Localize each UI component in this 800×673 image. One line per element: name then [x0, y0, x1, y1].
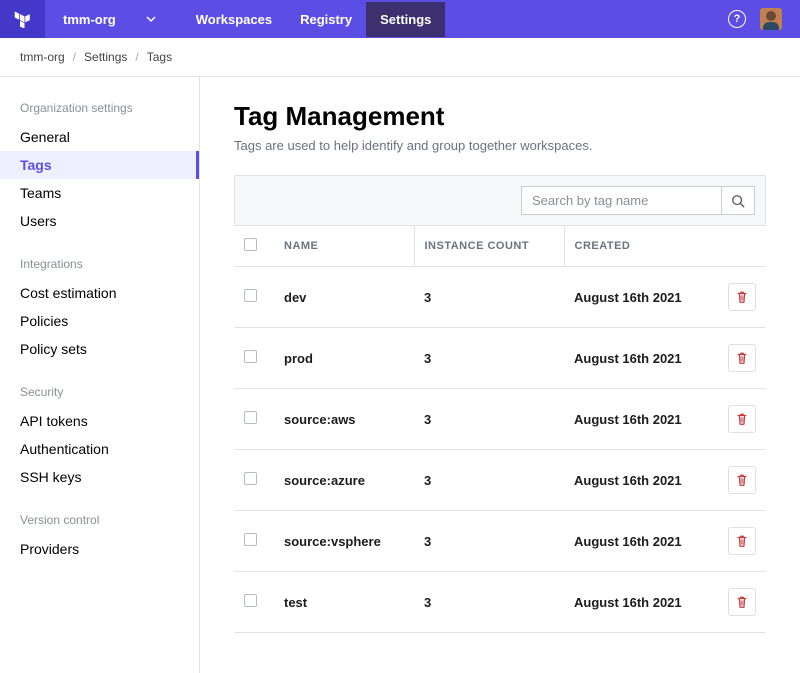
breadcrumb-item[interactable]: Tags — [147, 50, 172, 64]
cell-count: 3 — [414, 267, 564, 328]
search-icon — [731, 194, 745, 208]
sidebar-section-heading: Version control — [0, 513, 199, 527]
cell-count: 3 — [414, 328, 564, 389]
table-row: source:azure3August 16th 2021 — [234, 450, 766, 511]
trash-icon — [735, 290, 749, 304]
select-all-checkbox[interactable] — [244, 238, 257, 251]
row-checkbox[interactable] — [244, 350, 257, 363]
nav-link-registry[interactable]: Registry — [286, 2, 366, 37]
sidebar-section-heading: Security — [0, 385, 199, 399]
sidebar-item-general[interactable]: General — [0, 123, 199, 151]
avatar[interactable] — [760, 8, 782, 30]
breadcrumb-item[interactable]: Settings — [84, 50, 127, 64]
cell-created: August 16th 2021 — [564, 450, 716, 511]
search-button[interactable] — [721, 186, 755, 215]
sidebar: Organization settings GeneralTagsTeamsUse… — [0, 77, 200, 673]
help-icon[interactable]: ? — [728, 10, 746, 28]
cell-created: August 16th 2021 — [564, 389, 716, 450]
nav-links: WorkspacesRegistrySettings — [182, 2, 446, 37]
sidebar-item-authentication[interactable]: Authentication — [0, 435, 199, 463]
table-row: test3August 16th 2021 — [234, 572, 766, 633]
col-header-name: NAME — [274, 226, 414, 267]
cell-name: source:aws — [274, 389, 414, 450]
breadcrumb: tmm-org/Settings/Tags — [0, 38, 800, 77]
row-checkbox[interactable] — [244, 289, 257, 302]
trash-icon — [735, 534, 749, 548]
table-row: source:aws3August 16th 2021 — [234, 389, 766, 450]
chevron-down-icon — [146, 14, 156, 24]
row-checkbox[interactable] — [244, 533, 257, 546]
sidebar-item-cost-estimation[interactable]: Cost estimation — [0, 279, 199, 307]
cell-created: August 16th 2021 — [564, 267, 716, 328]
row-checkbox[interactable] — [244, 594, 257, 607]
delete-button[interactable] — [728, 588, 756, 616]
cell-name: prod — [274, 328, 414, 389]
delete-button[interactable] — [728, 466, 756, 494]
search-input[interactable] — [521, 186, 721, 215]
table-row: prod3August 16th 2021 — [234, 328, 766, 389]
sidebar-section-heading: Integrations — [0, 257, 199, 271]
page-subtitle: Tags are used to help identify and group… — [234, 138, 766, 153]
table-row: dev3August 16th 2021 — [234, 267, 766, 328]
sidebar-section-heading: Organization settings — [0, 101, 199, 115]
trash-icon — [735, 351, 749, 365]
sidebar-item-api-tokens[interactable]: API tokens — [0, 407, 199, 435]
filter-bar — [234, 175, 766, 226]
search-wrap — [521, 186, 755, 215]
terraform-logo-icon — [14, 10, 32, 28]
table-row: source:vsphere3August 16th 2021 — [234, 511, 766, 572]
tags-table: NAME INSTANCE COUNT CREATED dev3August 1… — [234, 226, 766, 633]
delete-button[interactable] — [728, 405, 756, 433]
trash-icon — [735, 595, 749, 609]
delete-button[interactable] — [728, 344, 756, 372]
delete-button[interactable] — [728, 527, 756, 555]
topnav: tmm-org WorkspacesRegistrySettings ? — [0, 0, 800, 38]
sidebar-item-users[interactable]: Users — [0, 207, 199, 235]
org-name: tmm-org — [63, 12, 116, 27]
terraform-logo[interactable] — [0, 0, 45, 38]
col-header-created: CREATED — [564, 226, 716, 267]
sidebar-item-providers[interactable]: Providers — [0, 535, 199, 563]
cell-name: test — [274, 572, 414, 633]
cell-name: source:azure — [274, 450, 414, 511]
sidebar-item-tags[interactable]: Tags — [0, 151, 199, 179]
cell-created: August 16th 2021 — [564, 511, 716, 572]
cell-count: 3 — [414, 511, 564, 572]
trash-icon — [735, 473, 749, 487]
col-header-count: INSTANCE COUNT — [414, 226, 564, 267]
cell-count: 3 — [414, 450, 564, 511]
org-selector[interactable]: tmm-org — [57, 12, 162, 27]
sidebar-item-policies[interactable]: Policies — [0, 307, 199, 335]
sidebar-item-policy-sets[interactable]: Policy sets — [0, 335, 199, 363]
nav-link-workspaces[interactable]: Workspaces — [182, 2, 286, 37]
nav-link-settings[interactable]: Settings — [366, 2, 445, 37]
breadcrumb-item[interactable]: tmm-org — [20, 50, 65, 64]
sidebar-item-ssh-keys[interactable]: SSH keys — [0, 463, 199, 491]
sidebar-item-teams[interactable]: Teams — [0, 179, 199, 207]
main-content: Tag Management Tags are used to help ide… — [200, 77, 800, 673]
delete-button[interactable] — [728, 283, 756, 311]
cell-name: source:vsphere — [274, 511, 414, 572]
nav-right: ? — [728, 8, 782, 30]
cell-name: dev — [274, 267, 414, 328]
row-checkbox[interactable] — [244, 411, 257, 424]
cell-created: August 16th 2021 — [564, 328, 716, 389]
trash-icon — [735, 412, 749, 426]
cell-count: 3 — [414, 572, 564, 633]
row-checkbox[interactable] — [244, 472, 257, 485]
cell-count: 3 — [414, 389, 564, 450]
cell-created: August 16th 2021 — [564, 572, 716, 633]
page-title: Tag Management — [234, 101, 766, 132]
